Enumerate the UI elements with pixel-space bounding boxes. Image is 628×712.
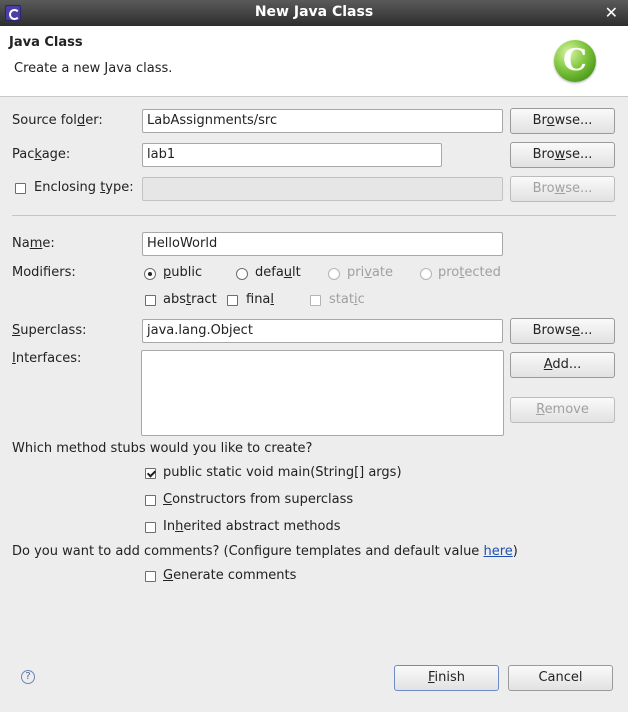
- default-radio[interactable]: [236, 268, 248, 280]
- source-folder-label: Source folder:: [12, 113, 103, 128]
- browse-superclass-button[interactable]: Browse...: [510, 318, 615, 344]
- name-label: Name:: [12, 236, 55, 251]
- remove-interface-button: Remove: [510, 397, 615, 423]
- private-radio: [328, 268, 340, 280]
- enclosing-type-input: [142, 177, 503, 201]
- section-divider: [12, 215, 616, 216]
- constructors-label: Constructors from superclass: [163, 492, 354, 507]
- inherited-methods-checkbox[interactable]: [145, 522, 156, 533]
- static-label: static: [329, 292, 365, 307]
- interfaces-label: Interfaces:: [12, 351, 82, 366]
- cancel-button[interactable]: Cancel: [508, 665, 613, 691]
- finish-button[interactable]: Finish: [394, 665, 499, 691]
- enclosing-type-checkbox[interactable]: [15, 183, 26, 194]
- public-label: public: [163, 265, 203, 280]
- method-stubs-question: Which method stubs would you like to cre…: [12, 441, 313, 456]
- final-label: final: [246, 292, 275, 307]
- enclosing-type-label: Enclosing type:: [34, 180, 134, 195]
- abstract-label: abstract: [163, 292, 217, 307]
- superclass-label: Superclass:: [12, 323, 87, 338]
- default-label: default: [255, 265, 301, 280]
- comments-question: Do you want to add comments? (Configure …: [12, 544, 518, 559]
- abstract-checkbox[interactable]: [145, 295, 156, 306]
- public-radio[interactable]: [144, 268, 156, 280]
- generate-comments-label: Generate comments: [163, 568, 297, 583]
- browse-enclosing-button: Browse...: [510, 176, 615, 202]
- package-label: Package:: [12, 147, 71, 162]
- banner-description: Create a new Java class.: [14, 61, 173, 76]
- wizard-banner: Java Class Create a new Java class. C: [0, 26, 628, 97]
- interfaces-list[interactable]: [141, 350, 504, 436]
- final-checkbox[interactable]: [227, 295, 238, 306]
- source-folder-input[interactable]: LabAssignments/src: [142, 109, 503, 133]
- title-bar: New Java Class ✕: [0, 0, 628, 26]
- add-interface-button[interactable]: Add...: [510, 352, 615, 378]
- help-icon[interactable]: ?: [21, 670, 35, 684]
- main-method-checkbox[interactable]: [145, 468, 156, 479]
- private-label: private: [347, 265, 393, 280]
- browse-source-folder-button[interactable]: Browse...: [510, 108, 615, 134]
- browse-package-button[interactable]: Browse...: [510, 142, 615, 168]
- inherited-methods-label: Inherited abstract methods: [163, 519, 341, 534]
- constructors-checkbox[interactable]: [145, 495, 156, 506]
- templates-here-link[interactable]: here: [483, 544, 512, 559]
- protected-radio: [420, 268, 432, 280]
- close-icon[interactable]: ✕: [605, 3, 618, 22]
- main-method-label: public static void main(String[] args): [163, 465, 402, 480]
- generate-comments-checkbox[interactable]: [145, 571, 156, 582]
- superclass-input[interactable]: java.lang.Object: [142, 319, 503, 343]
- java-class-logo-icon: C: [554, 40, 596, 82]
- banner-heading: Java Class: [9, 35, 83, 50]
- window-title: New Java Class: [254, 4, 374, 20]
- package-input[interactable]: lab1: [142, 143, 442, 167]
- name-input[interactable]: HelloWorld: [142, 232, 503, 256]
- modifiers-label: Modifiers:: [12, 265, 76, 280]
- static-checkbox: [310, 295, 321, 306]
- protected-label: protected: [438, 265, 501, 280]
